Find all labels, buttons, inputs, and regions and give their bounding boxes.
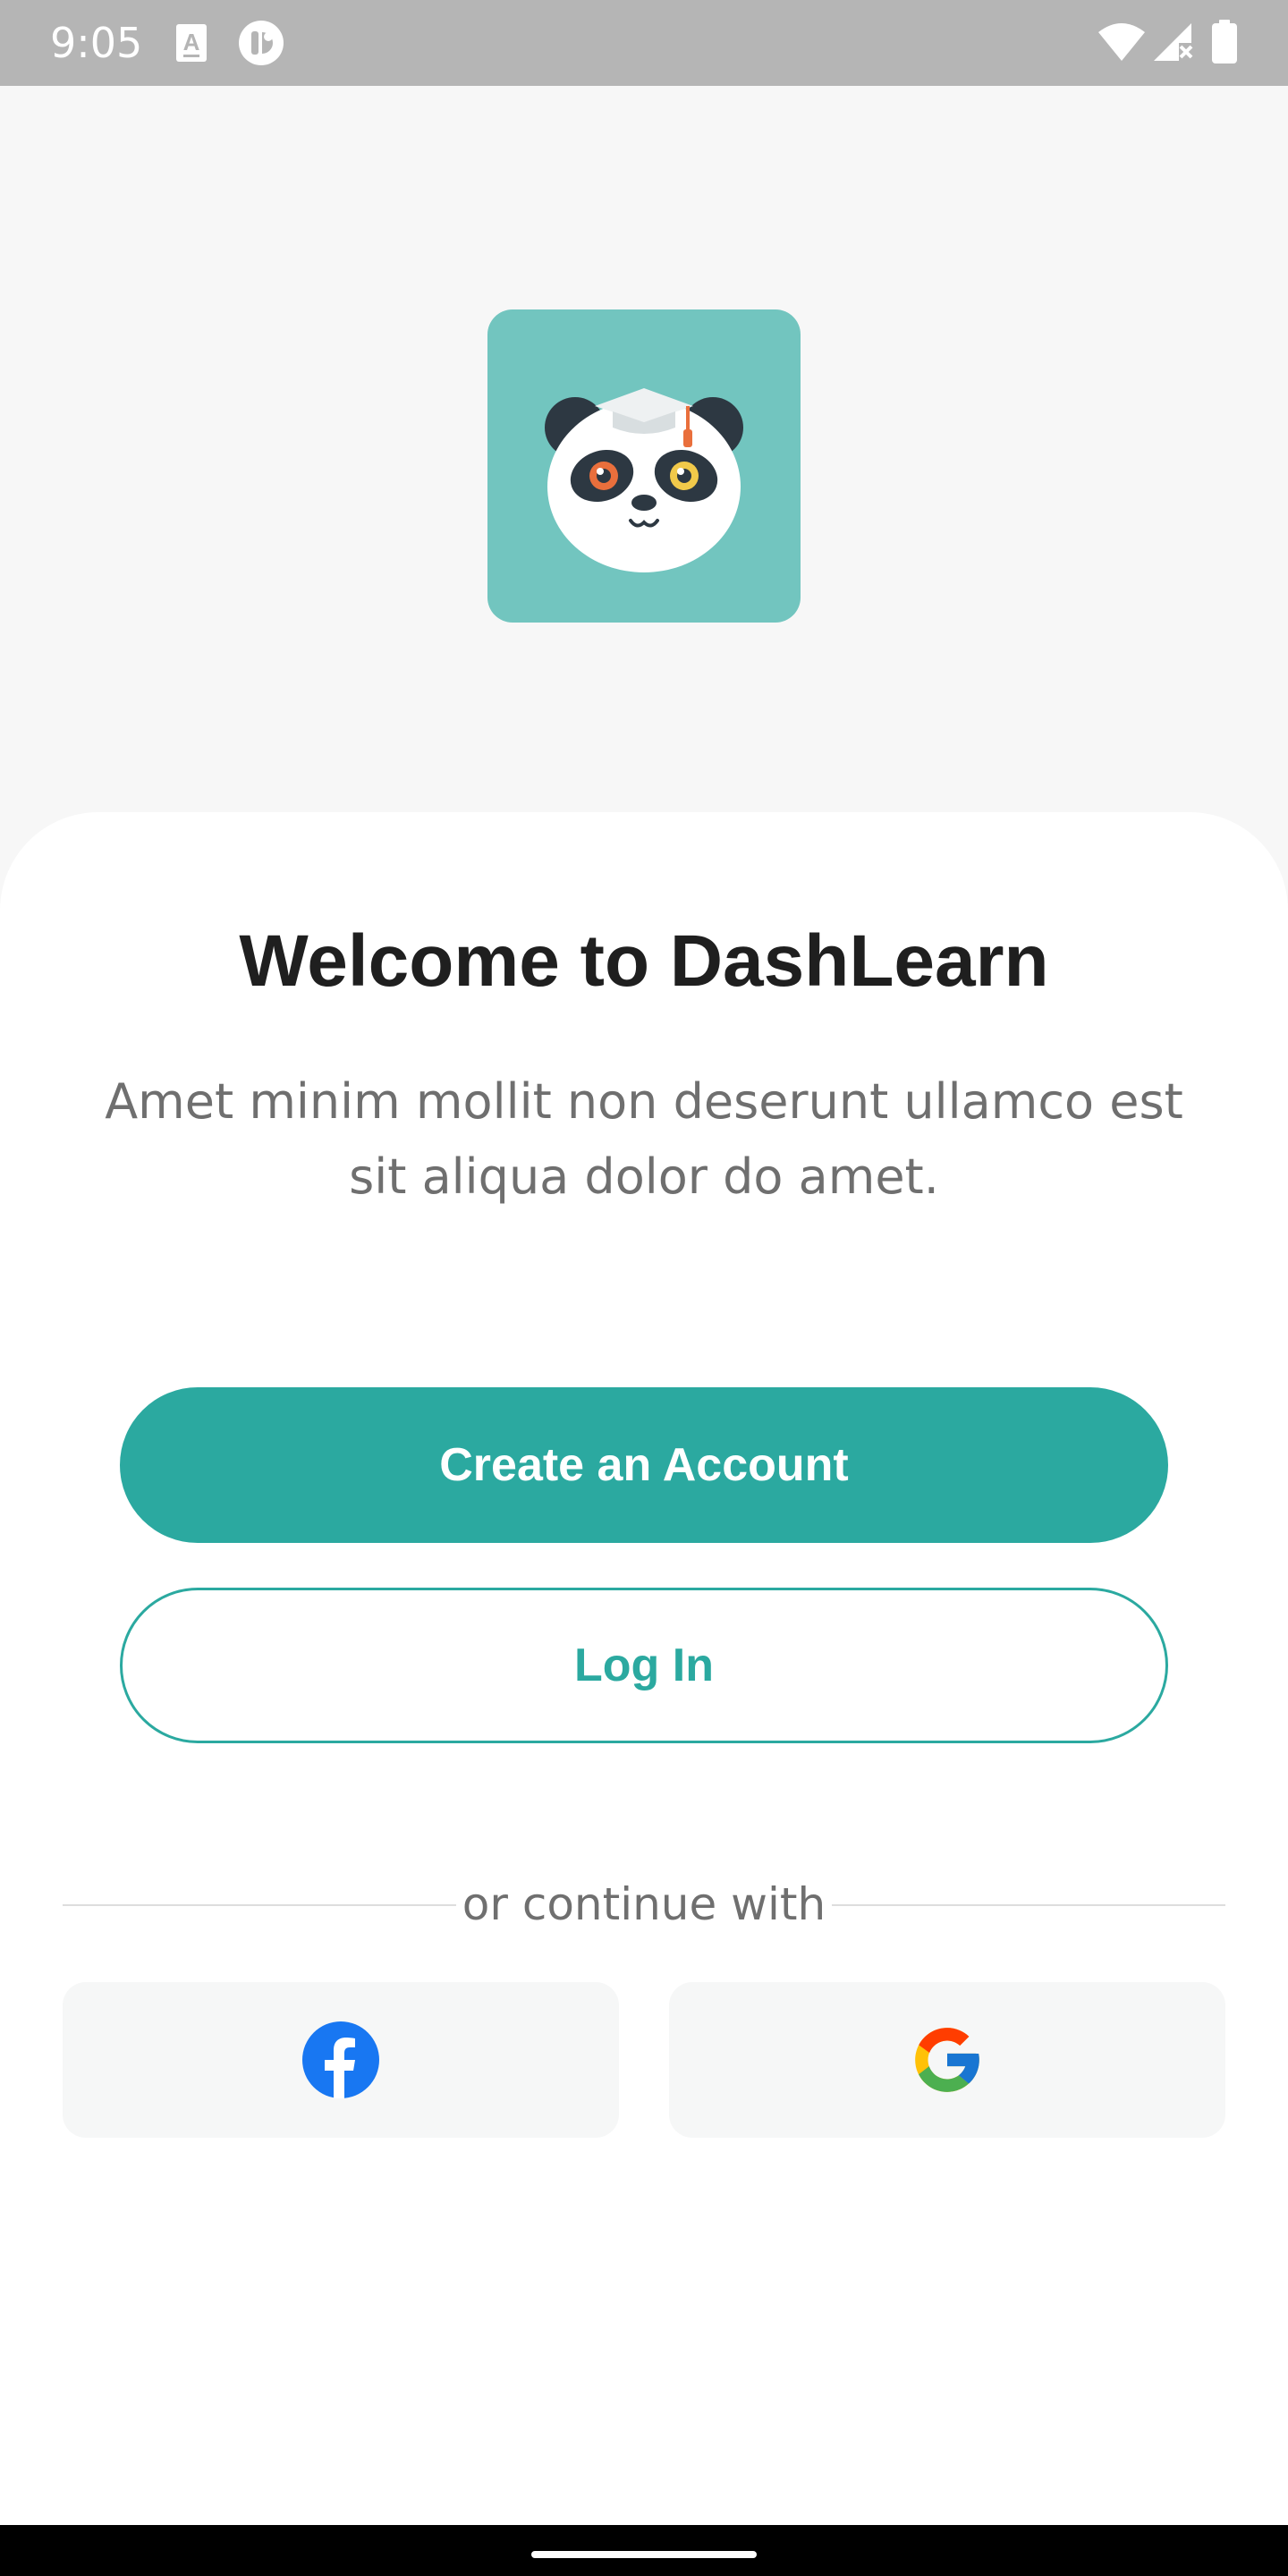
divider-line-right bbox=[832, 1904, 1225, 1906]
battery-icon bbox=[1211, 20, 1238, 69]
app-logo bbox=[487, 309, 801, 623]
panda-graduate-icon bbox=[545, 388, 743, 572]
wifi-icon bbox=[1097, 21, 1147, 67]
facebook-icon bbox=[302, 2021, 379, 2098]
page-subtitle: Amet minim mollit non deserunt ullamco e… bbox=[105, 1073, 1183, 1205]
login-button[interactable]: Log In bbox=[120, 1588, 1168, 1743]
page-title: Welcome to DashLearn bbox=[239, 920, 1049, 1002]
create-account-button[interactable]: Create an Account bbox=[120, 1387, 1168, 1543]
facebook-login-button[interactable] bbox=[63, 1982, 619, 2138]
home-indicator[interactable] bbox=[531, 2551, 757, 2558]
google-icon bbox=[915, 2028, 979, 2092]
status-time: 9:05 bbox=[50, 19, 143, 67]
app-notification-icon bbox=[238, 20, 284, 71]
text-a-icon: A bbox=[175, 23, 208, 67]
status-bar: 9:05 A bbox=[0, 0, 1288, 86]
cell-signal-off-icon bbox=[1152, 21, 1195, 69]
system-nav-bar bbox=[0, 2525, 1288, 2576]
google-login-button[interactable] bbox=[669, 1982, 1225, 2138]
svg-text:A: A bbox=[183, 29, 200, 55]
